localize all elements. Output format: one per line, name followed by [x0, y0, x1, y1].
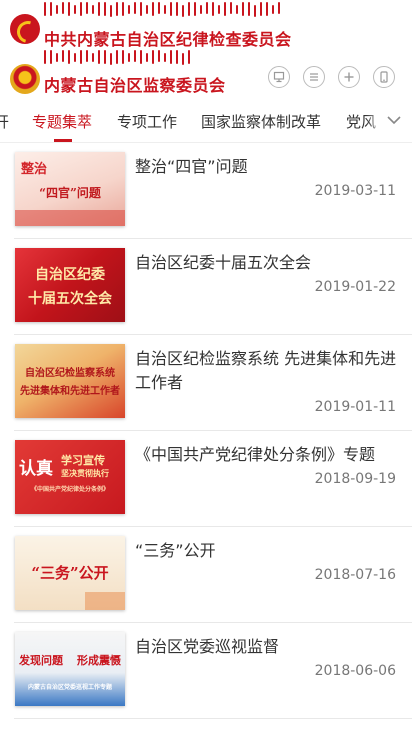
chevron-down-icon[interactable] — [384, 110, 404, 130]
menu-icon[interactable] — [303, 66, 325, 88]
mobile-icon[interactable] — [373, 66, 395, 88]
thumbnail-caption: “三务”公开 — [31, 564, 109, 582]
thumbnail-caption: 学习宣传 — [61, 454, 105, 467]
article-thumbnail: 发现问题 形成震慑 内蒙古自治区党委巡视工作专题 — [15, 632, 125, 706]
list-item[interactable]: 自治区纪委 十届五次全会 自治区纪委十届五次全会 2019-01-22 — [0, 239, 412, 335]
org-name-commission: 中共内蒙古自治区纪律检查委员会 — [44, 30, 292, 49]
list-item[interactable]: 自治区纪检监察系统 先进集体和先进工作者 自治区纪检监察系统 先进集体和先进工作… — [0, 335, 412, 431]
article-title[interactable]: 《中国共产党纪律处分条例》专题 — [135, 443, 397, 467]
party-emblem-icon — [10, 14, 40, 44]
thumbnail-caption: 《中国共产党纪律处分条例》 — [30, 486, 109, 493]
article-title[interactable]: 自治区纪委十届五次全会 — [135, 251, 397, 275]
thumbnail-caption: 整治 — [21, 162, 48, 177]
monitor-icon[interactable] — [268, 66, 290, 88]
mongolian-script-line-1 — [44, 2, 284, 22]
mongolian-script-line-2 — [44, 50, 194, 70]
category-tabs: 开 专题集萃 专项工作 国家监察体制改革 党风 — [0, 100, 412, 143]
list-item[interactable]: 认真 学习宣传 坚决贯彻执行 《中国共产党纪律处分条例》 《中国共产党纪律处分条… — [0, 431, 412, 527]
article-thumbnail: 整治 “四官”问题 — [15, 152, 125, 226]
national-emblem-icon — [10, 64, 40, 94]
list-item[interactable]: “三务”公开 “三务”公开 2018-07-16 — [0, 527, 412, 623]
org-name-supervisory: 内蒙古自治区监察委员会 — [44, 76, 226, 95]
thumbnail-caption: 十届五次全会 — [28, 291, 112, 307]
article-title[interactable]: “三务”公开 — [135, 539, 397, 563]
article-date: 2018-09-19 — [314, 471, 396, 487]
thumbnail-caption: 内蒙古自治区党委巡视工作专题 — [27, 684, 112, 691]
article-title[interactable]: 整治“四官”问题 — [135, 155, 397, 179]
site-header: 中共内蒙古自治区纪律检查委员会 内蒙古自治区监察委员会 — [0, 0, 412, 100]
article-date: 2018-07-16 — [314, 567, 396, 583]
thumbnail-caption: 先进集体和先进工作者 — [20, 386, 120, 397]
tab-partial[interactable]: 开 — [0, 111, 9, 132]
article-title[interactable]: 自治区纪检监察系统 先进集体和先进工作者 — [135, 347, 397, 395]
article-date: 2019-03-11 — [314, 183, 396, 199]
tab-special-topics[interactable]: 专题集萃 — [32, 111, 92, 132]
article-date: 2018-06-06 — [314, 663, 396, 679]
article-date: 2019-01-11 — [314, 399, 396, 415]
list-item[interactable]: 整治 “四官”问题 整治“四官”问题 2019-03-11 — [0, 143, 412, 239]
thumbnail-caption: 发现问题 — [19, 654, 63, 667]
list-item[interactable]: 发现问题 形成震慑 内蒙古自治区党委巡视工作专题 自治区党委巡视监督 2018-… — [0, 623, 412, 719]
article-thumbnail: 认真 学习宣传 坚决贯彻执行 《中国共产党纪律处分条例》 — [15, 440, 125, 514]
thumbnail-caption: “四官”问题 — [39, 186, 101, 200]
article-thumbnail: 自治区纪委 十届五次全会 — [15, 248, 125, 322]
active-tab-indicator — [54, 139, 72, 142]
thumbnail-caption: 坚决贯彻执行 — [61, 468, 109, 478]
article-thumbnail: 自治区纪检监察系统 先进集体和先进工作者 — [15, 344, 125, 418]
thumbnail-caption: 认真 — [19, 459, 53, 479]
divider — [14, 718, 412, 719]
article-thumbnail: “三务”公开 — [15, 536, 125, 610]
tab-supervision-reform[interactable]: 国家监察体制改革 — [201, 111, 321, 132]
thumbnail-caption: 自治区纪委 — [35, 267, 105, 283]
plus-icon[interactable] — [338, 66, 360, 88]
thumbnail-caption: 形成震慑 — [77, 654, 121, 667]
article-title[interactable]: 自治区党委巡视监督 — [135, 635, 397, 659]
thumbnail-caption: 自治区纪检监察系统 — [25, 368, 115, 379]
tab-special-work[interactable]: 专项工作 — [117, 111, 177, 132]
article-date: 2019-01-22 — [314, 279, 396, 295]
